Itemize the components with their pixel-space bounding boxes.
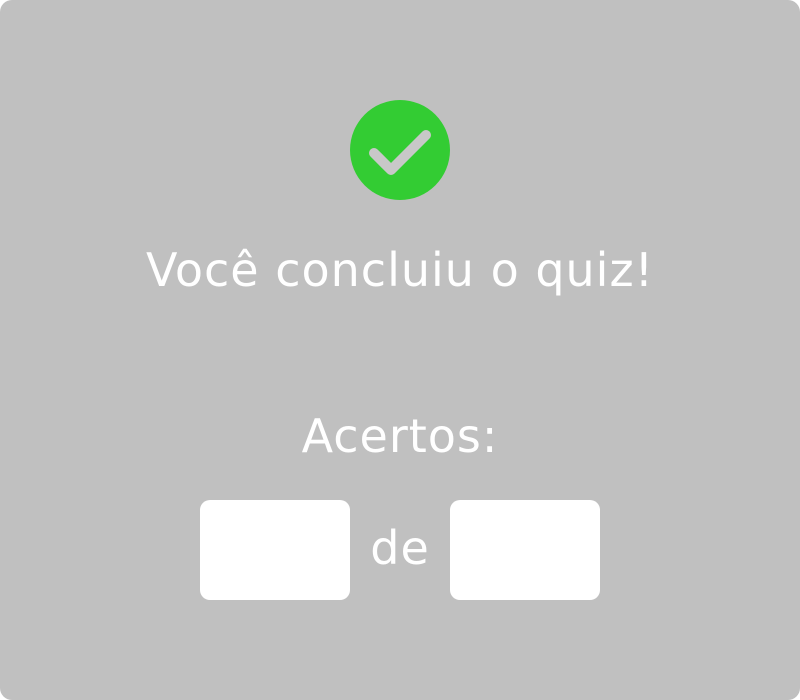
check-circle-icon [350,100,450,200]
total-count-box [450,500,600,600]
quiz-result-card: Você concluiu o quiz! Acertos: de [0,0,800,700]
score-row: de [200,500,600,600]
completion-title: Você concluiu o quiz! [145,243,655,297]
checkmark-icon [369,130,431,175]
score-separator: de [370,521,430,575]
score-label: Acertos: [301,409,499,463]
correct-count-box [200,500,350,600]
